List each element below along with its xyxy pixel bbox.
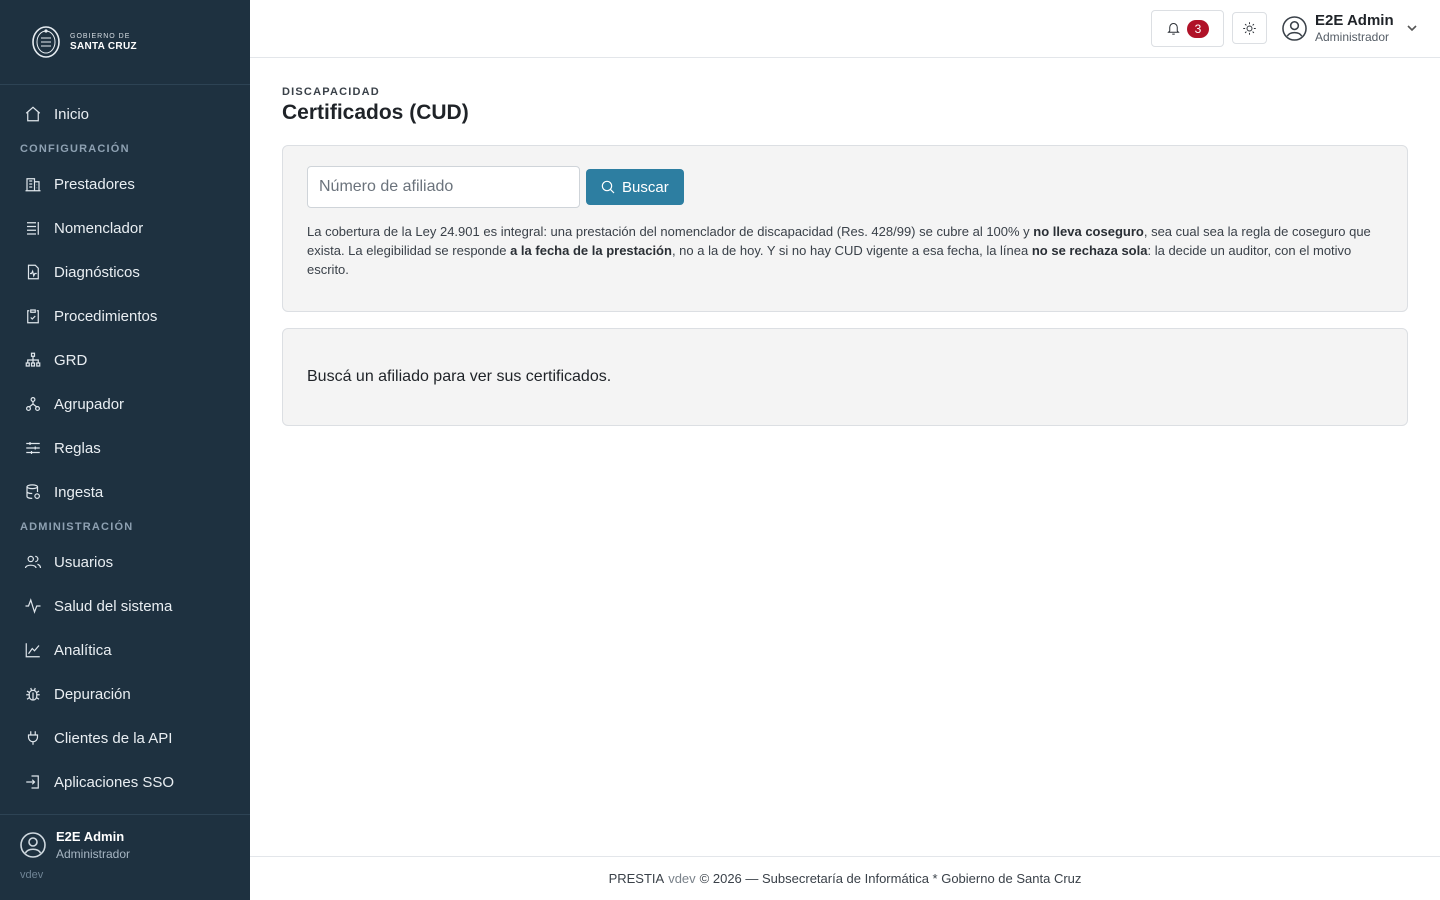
sidebar-item-label: Nomenclador xyxy=(54,219,144,237)
brand-logo[interactable]: GOBIERNO DE SANTA CRUZ xyxy=(0,0,250,85)
topbar: 3 E2E Admin Administrador xyxy=(250,0,1440,58)
sidebar-item-label: GRD xyxy=(54,351,88,369)
footer: PRESTIA vdev © 2026 — Subsecretaría de I… xyxy=(250,856,1440,900)
sidebar-item-clientes-api[interactable]: Clientes de la API xyxy=(0,716,250,760)
sidebar-item-label: Agrupador xyxy=(54,395,125,413)
info-bold-3: no se rechaza sola xyxy=(1031,243,1148,258)
sidebar-item-prestadores[interactable]: Prestadores xyxy=(0,162,250,206)
bug-icon xyxy=(26,687,40,701)
plug-icon xyxy=(27,731,39,745)
user-role: Administrador xyxy=(1315,30,1390,44)
search-icon xyxy=(601,180,615,194)
sidebar-nav: Inicio CONFIGURACIÓN Prestadores Nomencl… xyxy=(0,92,250,804)
login-icon xyxy=(26,775,39,789)
sidebar-item-label: Diagnósticos xyxy=(54,263,140,281)
results-card: Buscá un afiliado para ver sus certifica… xyxy=(282,328,1408,426)
sidebar-item-label: Ingesta xyxy=(54,483,104,501)
group-icon xyxy=(26,397,40,411)
sidebar-item-label: Aplicaciones SSO xyxy=(54,773,175,791)
sun-icon xyxy=(1243,21,1256,35)
info-bold-1: no lleva coseguro xyxy=(1033,224,1144,239)
app-version: vdev xyxy=(20,869,44,881)
avatar-icon xyxy=(1282,15,1307,41)
database-icon xyxy=(26,484,40,499)
sidebar-item-label: Usuarios xyxy=(54,553,114,571)
sidebar-item-grd[interactable]: GRD xyxy=(0,338,250,382)
sidebar-user-card[interactable]: E2E Admin Administrador vdev xyxy=(0,814,250,900)
clipboard-check-icon xyxy=(27,309,39,324)
sidebar-item-agrupador[interactable]: Agrupador xyxy=(0,382,250,426)
footer-copyright: © 2026 — Subsecretaría de Informática * … xyxy=(699,871,1082,886)
sidebar-item-label: Depuración xyxy=(54,685,131,703)
page-eyebrow: DISCAPACIDAD xyxy=(282,86,380,98)
sidebar-item-label: Procedimientos xyxy=(54,307,158,325)
sidebar-item-nomenclador[interactable]: Nomenclador xyxy=(0,206,250,250)
sidebar-item-label: Inicio xyxy=(54,105,90,123)
nav-section-configuracion: CONFIGURACIÓN xyxy=(20,143,130,155)
activity-icon xyxy=(25,598,41,614)
file-pulse-icon xyxy=(27,264,39,280)
sidebar-item-label: Analítica xyxy=(54,641,112,659)
building-icon xyxy=(25,178,41,192)
sidebar: GOBIERNO DE SANTA CRUZ Inicio CONFIGURAC… xyxy=(0,0,250,900)
sidebar-item-usuarios[interactable]: Usuarios xyxy=(0,540,250,584)
sidebar-user-name: E2E Admin xyxy=(56,829,125,844)
seal-icon xyxy=(32,26,60,58)
chevron-down-icon xyxy=(1407,25,1417,32)
affiliate-number-input[interactable] xyxy=(307,166,580,208)
coverage-info-text: La cobertura de la Ley 24.901 es integra… xyxy=(307,222,1383,279)
users-icon xyxy=(24,555,42,569)
info-text-1: La cobertura de la Ley 24.901 es integra… xyxy=(307,224,1034,239)
sliders-icon xyxy=(26,442,40,454)
avatar-icon xyxy=(20,832,46,858)
page-title: Certificados (CUD) xyxy=(282,101,469,124)
footer-version: vdev xyxy=(668,871,696,886)
brand-line1: GOBIERNO DE xyxy=(70,32,131,40)
user-menu[interactable]: E2E Admin Administrador xyxy=(1282,12,1418,44)
sidebar-item-procedimientos[interactable]: Procedimientos xyxy=(0,294,250,338)
empty-state-text: Buscá un afiliado para ver sus certifica… xyxy=(307,368,612,385)
list-icon xyxy=(27,222,39,235)
sidebar-item-diagnosticos[interactable]: Diagnósticos xyxy=(0,250,250,294)
theme-toggle-button[interactable] xyxy=(1232,12,1267,44)
footer-app-name: PRESTIA xyxy=(608,871,665,886)
sidebar-item-analitica[interactable]: Analítica xyxy=(0,628,250,672)
sidebar-item-label: Salud del sistema xyxy=(54,597,173,615)
search-button-label: Buscar xyxy=(622,178,669,196)
notifications-badge: 3 xyxy=(1187,19,1209,38)
sidebar-item-inicio[interactable]: Inicio xyxy=(0,92,250,136)
sidebar-item-salud-del-sistema[interactable]: Salud del sistema xyxy=(0,584,250,628)
notifications-button[interactable]: 3 xyxy=(1151,10,1224,47)
user-name: E2E Admin xyxy=(1315,12,1394,29)
brand-line2: SANTA CRUZ xyxy=(70,40,137,52)
sidebar-item-label: Clientes de la API xyxy=(54,729,173,747)
info-bold-2: a la fecha de la prestación xyxy=(510,243,672,258)
hierarchy-icon xyxy=(25,352,41,367)
nav-section-administracion: ADMINISTRACIÓN xyxy=(20,521,134,533)
sidebar-item-aplicaciones-sso[interactable]: Aplicaciones SSO xyxy=(0,760,250,804)
main-content: DISCAPACIDAD Certificados (CUD) Buscar L… xyxy=(282,86,1408,426)
sidebar-item-depuracion[interactable]: Depuración xyxy=(0,672,250,716)
home-icon xyxy=(25,106,41,122)
search-button[interactable]: Buscar xyxy=(586,169,684,205)
chart-line-icon xyxy=(25,643,40,658)
sidebar-item-label: Reglas xyxy=(54,439,101,457)
bell-icon xyxy=(1167,23,1180,35)
sidebar-item-label: Prestadores xyxy=(54,175,135,193)
search-card: Buscar La cobertura de la Ley 24.901 es … xyxy=(282,145,1408,312)
sidebar-item-ingesta[interactable]: Ingesta xyxy=(0,470,250,514)
info-text-3: , no a la de hoy. Y si no hay CUD vigent… xyxy=(671,243,1032,258)
sidebar-item-reglas[interactable]: Reglas xyxy=(0,426,250,470)
sidebar-user-role: Administrador xyxy=(56,847,131,861)
